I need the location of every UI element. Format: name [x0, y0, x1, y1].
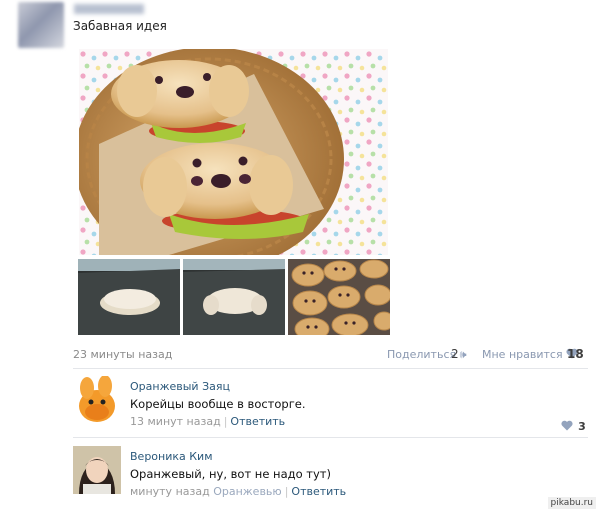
- separator: |: [284, 485, 289, 498]
- separator: |: [223, 415, 228, 428]
- comment-author[interactable]: Оранжевый Заяц: [130, 380, 230, 393]
- share-count: 2: [451, 347, 459, 361]
- pikabu-watermark: pikabu.ru: [547, 497, 596, 509]
- comment-avatar-orange-hare[interactable]: [73, 376, 121, 424]
- divider: [73, 368, 588, 369]
- share-label: Поделиться: [387, 348, 457, 361]
- comment-time[interactable]: 13 минут назад: [130, 415, 221, 428]
- reply-button[interactable]: Ответить: [230, 415, 285, 428]
- thumbnail-dough-1[interactable]: [78, 259, 180, 335]
- dog-buns-photo: [79, 49, 388, 255]
- comment-text: Оранжевый, ну, вот не надо тут): [130, 467, 331, 481]
- thumbnail-dough-2[interactable]: [183, 259, 285, 335]
- comment-text: Корейцы вообще в восторге.: [130, 397, 306, 411]
- comment-like-button[interactable]: 3: [561, 415, 586, 434]
- reply-button[interactable]: Ответить: [291, 485, 346, 498]
- heart-icon: [561, 420, 573, 431]
- like-label: Мне нравится: [482, 348, 563, 361]
- comment-like-count: 3: [578, 420, 586, 433]
- thumbnail-baked-dogs[interactable]: [288, 259, 390, 335]
- post-author-name-blurred[interactable]: [74, 4, 144, 14]
- like-button[interactable]: Мне нравится: [482, 348, 578, 361]
- like-count: 18: [567, 347, 584, 361]
- comment-meta: минуту назад Оранжевью | Ответить: [130, 485, 346, 498]
- share-megaphone-icon: 🕪: [459, 348, 467, 361]
- divider: [73, 437, 588, 438]
- post-time[interactable]: 23 минуты назад: [73, 348, 172, 361]
- main-photo[interactable]: [79, 49, 388, 255]
- post-author-avatar[interactable]: [18, 2, 64, 48]
- comment-meta: 13 минут назад | Ответить: [130, 415, 285, 428]
- comment-author[interactable]: Вероника Ким: [130, 450, 213, 463]
- post-text: Забавная идея: [73, 19, 167, 33]
- reply-to-link[interactable]: Оранжевью: [213, 485, 281, 498]
- comment-time[interactable]: минуту назад: [130, 485, 210, 498]
- comment-avatar-veronika[interactable]: [73, 446, 121, 494]
